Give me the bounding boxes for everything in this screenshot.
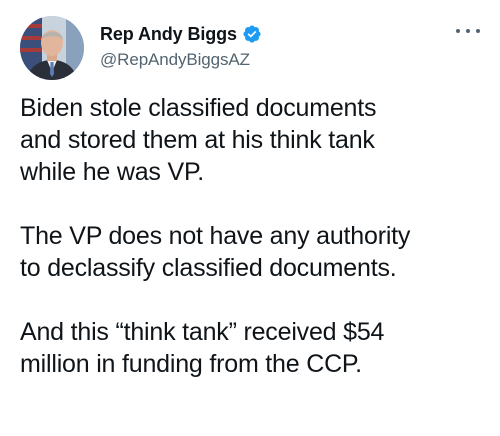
tweet-paragraph: Biden stole classified documents and sto… [20, 94, 377, 186]
more-options-button[interactable] [456, 22, 480, 40]
author-display-name[interactable]: Rep Andy Biggs [100, 24, 237, 45]
author-header: Rep Andy Biggs @RepAndyBiggsAZ [100, 22, 262, 70]
tweet-paragraph: And this “think tank” received $54 milli… [20, 318, 385, 378]
tweet-paragraph: The VP does not have any authority to de… [20, 222, 411, 282]
author-handle[interactable]: @RepAndyBiggsAZ [100, 50, 262, 70]
tweet-text: Biden stole classified documents and sto… [20, 92, 490, 380]
verified-badge-icon [242, 24, 262, 44]
author-avatar[interactable] [20, 16, 84, 80]
name-row: Rep Andy Biggs [100, 22, 262, 46]
more-horizontal-icon [456, 29, 460, 33]
more-dot [466, 29, 470, 33]
profile-photo-icon [20, 16, 84, 80]
tweet-card: Rep Andy Biggs @RepAndyBiggsAZ Biden sto… [0, 0, 500, 436]
more-dot [476, 29, 480, 33]
